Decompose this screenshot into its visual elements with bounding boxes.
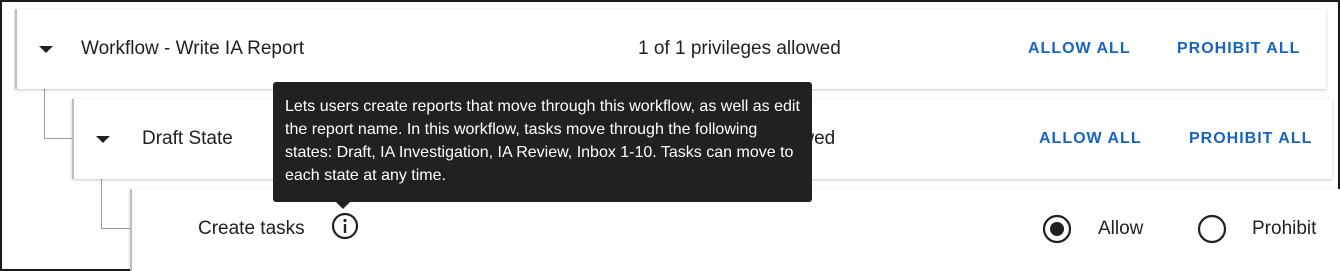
- state-allow-all-button[interactable]: ALLOW ALL: [1039, 130, 1142, 148]
- allow-radio-label[interactable]: Allow: [1098, 218, 1143, 240]
- state-prohibit-all-button[interactable]: PROHIBIT ALL: [1189, 130, 1312, 148]
- caret-down-icon[interactable]: [96, 136, 110, 143]
- state-title: Draft State: [142, 128, 233, 149]
- workflow-prohibit-all-button[interactable]: PROHIBIT ALL: [1177, 40, 1300, 58]
- workflow-row: Workflow - Write IA Report 1 of 1 privil…: [15, 9, 1326, 89]
- tree-connector: [44, 89, 72, 139]
- workflow-privileges-count: 1 of 1 privileges allowed: [638, 38, 841, 59]
- tooltip-text: Lets users create reports that move thro…: [285, 98, 800, 184]
- prohibit-radio-label[interactable]: Prohibit: [1252, 218, 1316, 240]
- info-tooltip: Lets users create reports that move thro…: [273, 82, 812, 202]
- privilege-label: Create tasks: [198, 218, 305, 239]
- workflow-allow-all-button[interactable]: ALLOW ALL: [1028, 40, 1131, 58]
- caret-down-icon[interactable]: [39, 46, 53, 53]
- allow-radio[interactable]: [1042, 214, 1072, 244]
- prohibit-radio[interactable]: [1197, 214, 1227, 244]
- workflow-title: Workflow - Write IA Report: [81, 38, 305, 59]
- tooltip-arrow: [336, 202, 350, 209]
- tree-connector: [101, 179, 130, 229]
- info-circle-icon[interactable]: [330, 211, 360, 241]
